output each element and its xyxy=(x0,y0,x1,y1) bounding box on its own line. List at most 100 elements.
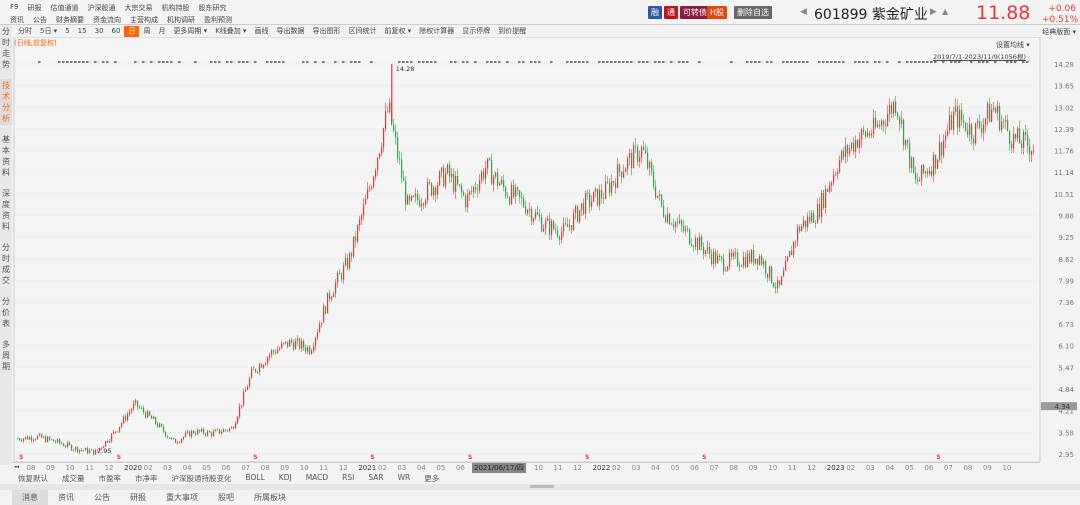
indicator-tab[interactable]: 市盈率 xyxy=(99,473,122,484)
candle-body xyxy=(1013,133,1015,149)
indicator-tabs: 恢复默认 成交量 市盈率 市净率 沪深股通持股变化 BOLL KDJ MACD RSI SAR WR… xyxy=(18,473,439,484)
candle-body xyxy=(265,363,267,365)
badge-1[interactable]: 通 xyxy=(664,6,678,19)
event-marker xyxy=(494,61,497,63)
candle-body xyxy=(503,179,505,188)
candle-body xyxy=(671,224,673,225)
candle-body xyxy=(687,228,689,230)
scrollbar-thumb[interactable] xyxy=(530,485,554,488)
candle-body xyxy=(283,343,285,344)
nav-link[interactable]: 大宗交易 xyxy=(124,3,152,13)
toolbar-item[interactable]: 更多周期 ▾ xyxy=(169,26,211,37)
indicator-tab[interactable]: BOLL xyxy=(246,473,265,484)
toolbar-item[interactable]: 15 xyxy=(74,26,91,37)
sidebar-tab[interactable]: 基本资料 xyxy=(0,133,12,179)
indicator-tab[interactable]: RSI xyxy=(342,473,354,484)
indicator-tab[interactable]: 沪深股通持股变化 xyxy=(172,473,232,484)
nav-link[interactable]: 股东研究 xyxy=(198,3,226,13)
indicator-tab[interactable]: 更多 xyxy=(424,473,439,484)
candle-body xyxy=(861,129,863,140)
toolbar-item[interactable]: 日 xyxy=(124,26,140,37)
candle-body xyxy=(761,256,763,265)
event-marker xyxy=(350,61,353,63)
nav-link[interactable]: F9 xyxy=(10,3,18,13)
ma-setting[interactable]: 设置均线 ▾ xyxy=(996,40,1030,50)
sidebar-tab[interactable]: 分时成交 xyxy=(0,241,12,287)
toolbar-item[interactable]: 除权计算器 xyxy=(415,26,458,37)
candle-body xyxy=(811,212,813,222)
indicator-tab[interactable]: SAR xyxy=(368,473,383,484)
candle-body xyxy=(641,146,643,158)
candle-body xyxy=(243,391,245,406)
indicator-tab[interactable]: 恢复默认 xyxy=(18,473,48,484)
toolbar-item[interactable]: 5 xyxy=(61,26,73,37)
next-stock-icon[interactable]: ▶ xyxy=(930,7,937,17)
sidebar-tab[interactable]: 分价表 xyxy=(0,295,12,330)
candle-body xyxy=(1017,128,1019,139)
crosshair-price: 4.34 xyxy=(1054,403,1070,411)
candle-body xyxy=(511,184,513,204)
candle-body xyxy=(295,341,297,350)
nav-link[interactable]: 研报 xyxy=(27,3,41,13)
layout-menu[interactable]: 经典版面 ▾ xyxy=(1042,27,1076,37)
badge-3[interactable]: H股 xyxy=(707,6,728,19)
candle-body xyxy=(281,343,283,349)
badge-0[interactable]: 融 xyxy=(648,6,662,19)
toolbar-item[interactable]: 5日 ▾ xyxy=(36,26,61,37)
candle-body xyxy=(727,266,729,271)
badge-2[interactable]: 可转债 xyxy=(680,6,710,19)
toolbar-item[interactable]: 画线 xyxy=(251,26,273,37)
bell-icon[interactable]: ▲ xyxy=(942,7,948,16)
candle-body xyxy=(793,242,795,256)
indicator-tab[interactable]: MACD xyxy=(306,473,328,484)
candle-body xyxy=(1025,132,1027,135)
scroll-left-icon[interactable]: ◂◂ xyxy=(14,464,19,470)
nav-link[interactable]: 机构持股 xyxy=(161,3,189,13)
indicator-tab[interactable]: 成交量 xyxy=(62,473,85,484)
candle-body xyxy=(357,225,359,242)
badge-4[interactable]: 删除自选 xyxy=(734,6,772,19)
candle-body xyxy=(693,246,695,248)
sidebar-tab[interactable]: 分时走势 xyxy=(0,25,12,71)
nav-link[interactable]: 估值通道 xyxy=(50,3,78,13)
candle-body xyxy=(301,340,303,349)
candle-body xyxy=(311,350,313,354)
event-marker xyxy=(770,61,773,63)
x-tick-label: 06 xyxy=(924,464,934,472)
event-marker xyxy=(618,61,621,63)
candle-body xyxy=(895,101,897,113)
prev-stock-icon[interactable]: ◀ xyxy=(800,7,807,17)
toolbar-item[interactable]: 周 xyxy=(139,26,154,37)
indicator-tab[interactable]: KDJ xyxy=(279,473,292,484)
indicator-tab[interactable]: WR xyxy=(398,473,411,484)
toolbar-item[interactable]: K线叠加 ▾ xyxy=(211,26,250,37)
toolbar-item[interactable]: 30 xyxy=(91,26,108,37)
candle-body xyxy=(599,190,601,206)
candle-body xyxy=(411,195,413,201)
candle-body xyxy=(561,231,563,240)
event-marker xyxy=(530,61,533,63)
indicator-tab[interactable]: 市净率 xyxy=(135,473,158,484)
nav-link[interactable]: 沪深股通 xyxy=(87,3,115,13)
toolbar-item[interactable]: 导出图形 xyxy=(309,26,345,37)
candle-body xyxy=(791,251,793,256)
kline-chart[interactable]: 14.28 13.65 13.02 12.39 11.76 11.14 10.51 9.88 9… xyxy=(12,37,1080,462)
toolbar-item[interactable]: 分时 xyxy=(14,26,36,37)
candle-body xyxy=(45,436,47,442)
toolbar-item[interactable]: 区间统计 xyxy=(345,26,381,37)
toolbar-item[interactable]: 前复权 ▾ xyxy=(381,26,416,37)
last-price: 11.88 xyxy=(976,2,1031,24)
candle-body xyxy=(523,198,525,207)
toolbar-item[interactable]: 60 xyxy=(108,26,125,37)
toolbar-item[interactable]: 显示停牌 xyxy=(458,26,494,37)
sidebar-tab[interactable]: 深度资料 xyxy=(0,187,12,233)
sidebar-tab-active[interactable]: 技术分析 xyxy=(0,79,12,125)
toolbar-item[interactable]: 导出数据 xyxy=(273,26,309,37)
toolbar-item[interactable]: 月 xyxy=(154,26,169,37)
candle-body xyxy=(89,450,91,454)
candle-body xyxy=(767,273,769,278)
sidebar-tab[interactable]: 多周期 xyxy=(0,338,12,373)
toolbar-item[interactable]: 到价提醒 xyxy=(494,26,530,37)
candle-body xyxy=(741,266,743,267)
candle-body xyxy=(271,350,273,355)
